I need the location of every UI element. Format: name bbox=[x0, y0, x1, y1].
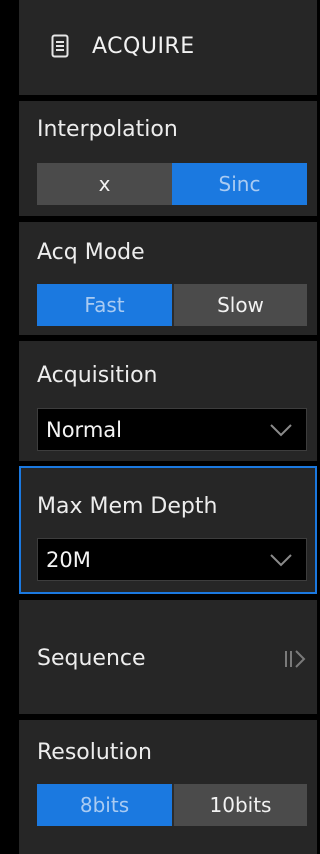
acquisition-value: Normal bbox=[46, 418, 122, 442]
menu-title: ACQUIRE bbox=[92, 34, 195, 59]
acq-mode-toggle[interactable]: Fast Slow bbox=[37, 284, 307, 326]
resolution-option-10bits[interactable]: 10bits bbox=[172, 784, 307, 826]
interpolation-section: Interpolation x Sinc bbox=[19, 101, 317, 216]
acq-mode-option-fast[interactable]: Fast bbox=[37, 284, 172, 326]
acquisition-label: Acquisition bbox=[37, 363, 158, 388]
menu-header: ACQUIRE bbox=[19, 0, 317, 95]
interpolation-option-sinc[interactable]: Sinc bbox=[172, 163, 307, 205]
interpolation-toggle[interactable]: x Sinc bbox=[37, 163, 307, 205]
resolution-toggle[interactable]: 8bits 10bits bbox=[37, 784, 307, 826]
max-mem-depth-section: Max Mem Depth 20M bbox=[19, 466, 317, 594]
acq-mode-label: Acq Mode bbox=[37, 240, 145, 265]
acq-mode-option-slow[interactable]: Slow bbox=[172, 284, 307, 326]
expand-arrow-icon bbox=[285, 650, 306, 668]
chevron-down-icon bbox=[270, 424, 292, 437]
resolution-option-8bits[interactable]: 8bits bbox=[37, 784, 172, 826]
max-mem-depth-dropdown[interactable]: 20M bbox=[37, 538, 307, 581]
chevron-down-icon bbox=[270, 554, 292, 567]
resolution-label: Resolution bbox=[37, 740, 152, 765]
acq-mode-section: Acq Mode Fast Slow bbox=[19, 222, 317, 335]
interpolation-option-x[interactable]: x bbox=[37, 163, 172, 205]
acquisition-section: Acquisition Normal bbox=[19, 341, 317, 461]
sequence-menu-item[interactable]: Sequence bbox=[19, 600, 317, 714]
max-mem-depth-value: 20M bbox=[46, 548, 91, 572]
max-mem-depth-label: Max Mem Depth bbox=[37, 494, 218, 519]
sequence-label: Sequence bbox=[37, 646, 146, 671]
acquire-menu-panel: ACQUIRE Interpolation x Sinc Acq Mode Fa… bbox=[0, 0, 317, 854]
acquisition-dropdown[interactable]: Normal bbox=[37, 408, 307, 451]
resolution-section: Resolution 8bits 10bits bbox=[19, 720, 317, 854]
interpolation-label: Interpolation bbox=[37, 117, 178, 142]
document-icon bbox=[51, 34, 69, 58]
